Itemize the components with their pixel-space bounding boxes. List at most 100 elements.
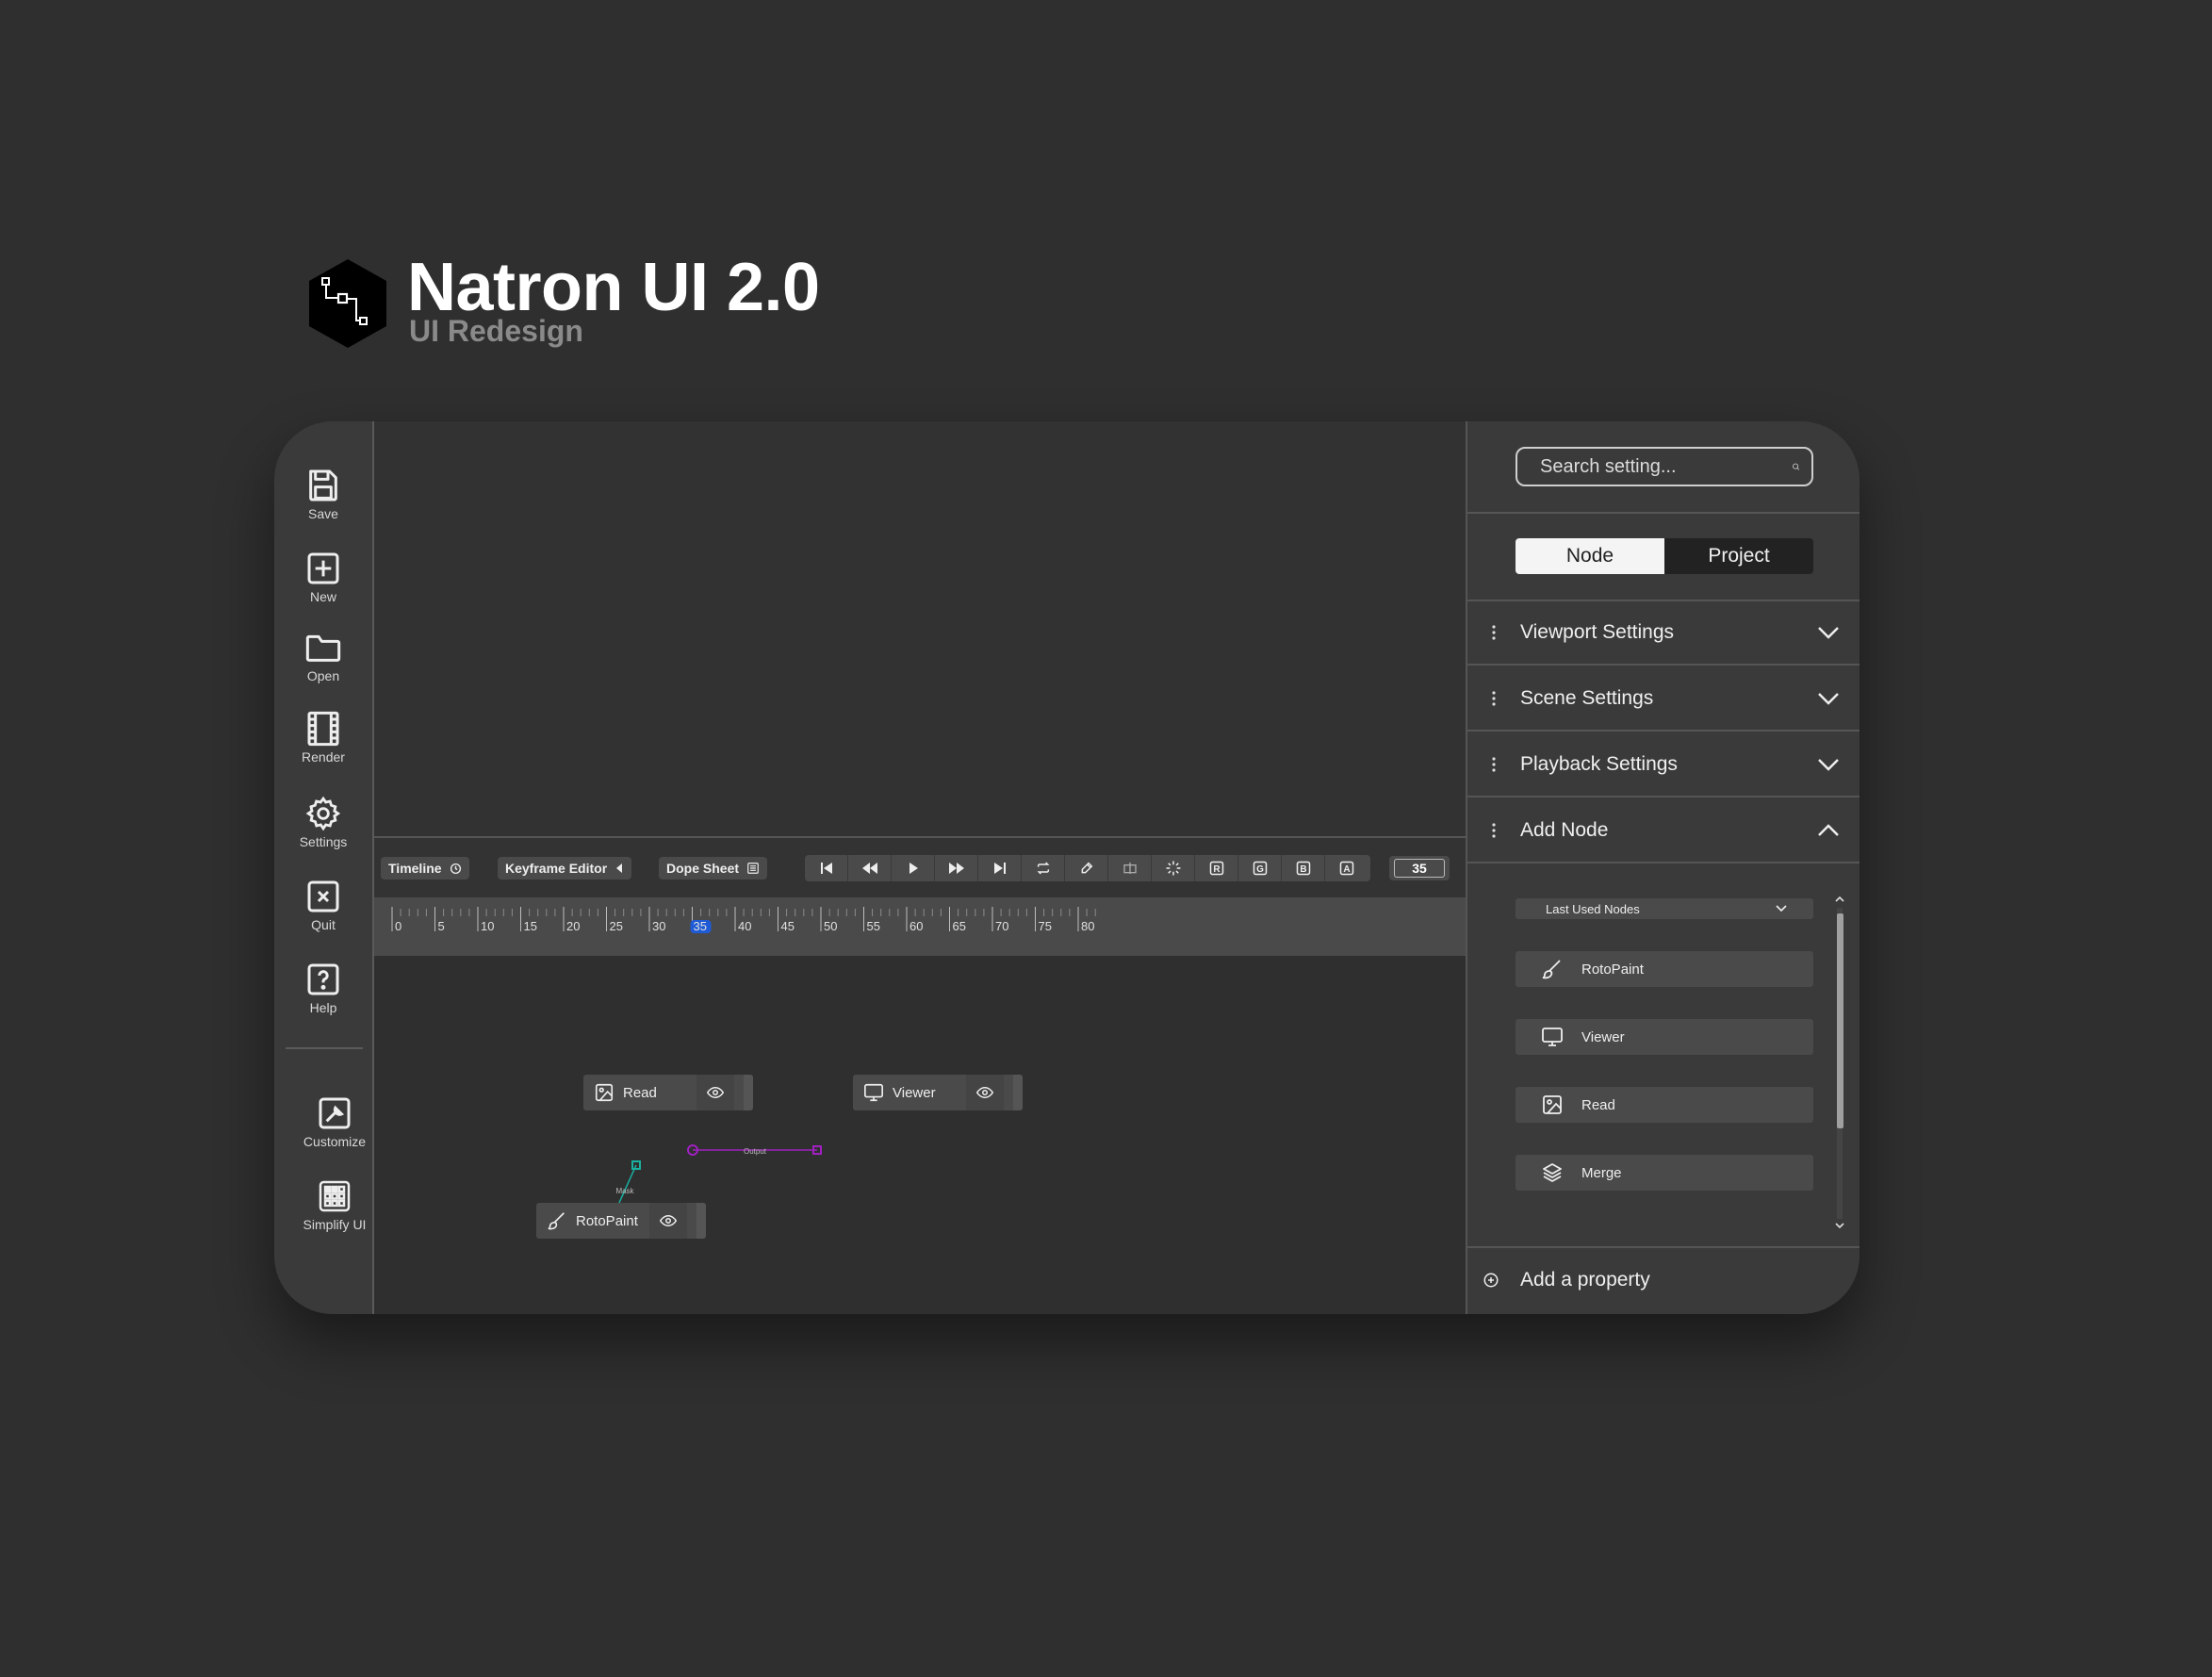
rewind-icon — [861, 863, 877, 874]
page-subtitle: UI Redesign — [409, 314, 583, 348]
section-playback-settings[interactable]: Playback Settings — [1467, 733, 1860, 797]
channel-a-button[interactable]: A — [1325, 855, 1368, 881]
sidebar-item-label: Settings — [299, 834, 348, 849]
channel-g-button[interactable]: G — [1238, 855, 1282, 881]
list-box-icon — [747, 863, 759, 874]
node-list-item-rotopaint[interactable]: RotoPaint — [1516, 951, 1813, 987]
section-add-node[interactable]: Add Node — [1467, 799, 1860, 863]
section-label: Add Node — [1520, 819, 1609, 841]
node-list-item-merge[interactable]: Merge — [1516, 1155, 1813, 1191]
sidebar-item-save[interactable]: Save — [274, 467, 372, 521]
scroll-thumb[interactable] — [1837, 913, 1843, 1128]
section-scene-settings[interactable]: Scene Settings — [1467, 667, 1860, 732]
chevron-down-icon[interactable] — [1795, 626, 1860, 639]
ruler-label: 30 — [652, 919, 665, 933]
sidebar-item-settings[interactable]: Settings — [274, 795, 372, 849]
sidebar-item-label: Render — [302, 749, 345, 765]
timeline-label: Timeline — [388, 861, 442, 876]
loop-button[interactable] — [1022, 855, 1065, 881]
node-label: Viewer — [893, 1084, 936, 1101]
grid-icon — [319, 1180, 351, 1212]
sparkle-icon — [1166, 861, 1180, 876]
tab-node[interactable]: Node — [1516, 538, 1664, 574]
ruler-label: 25 — [610, 919, 623, 933]
node-list-label: Read — [1581, 1096, 1615, 1113]
search-box[interactable] — [1516, 447, 1813, 486]
node-list-item-read[interactable]: Read — [1516, 1087, 1813, 1123]
wipe-button[interactable] — [1108, 855, 1152, 881]
sidebar-item-label: Customize — [303, 1134, 367, 1149]
drag-handle-icon[interactable] — [1467, 625, 1520, 640]
add-property-button[interactable]: Add a property — [1467, 1257, 1860, 1304]
ruler-label: 40 — [738, 919, 751, 933]
jump-start-icon — [820, 863, 832, 874]
section-viewport-settings[interactable]: Viewport Settings — [1467, 601, 1860, 666]
tab-project[interactable]: Project — [1664, 538, 1813, 574]
chevron-up-icon[interactable] — [1795, 824, 1860, 837]
section-label: Viewport Settings — [1520, 621, 1675, 643]
ruler-label: 0 — [395, 919, 401, 933]
drag-handle-icon[interactable] — [1467, 757, 1520, 772]
node-viewer[interactable]: Viewer — [853, 1075, 1023, 1110]
drag-handle-icon[interactable] — [1467, 691, 1520, 706]
rewind-button[interactable] — [848, 855, 892, 881]
node-visibility-toggle[interactable] — [966, 1075, 1004, 1110]
sidebar-item-open[interactable]: Open — [274, 629, 372, 683]
viewport[interactable] — [374, 421, 1466, 838]
chevron-down-icon[interactable] — [1795, 758, 1860, 771]
channel-b-button[interactable]: B — [1282, 855, 1325, 881]
node-read[interactable]: Read — [583, 1075, 753, 1110]
ruler-label: 10 — [481, 919, 494, 933]
jump-start-button[interactable] — [805, 855, 848, 881]
channel-r-button[interactable]: R — [1195, 855, 1238, 881]
node-visibility-toggle[interactable] — [649, 1203, 687, 1239]
scroll-up-icon[interactable] — [1834, 895, 1845, 904]
svg-text:B: B — [1300, 864, 1306, 875]
scroll-down-icon[interactable] — [1834, 1221, 1845, 1230]
channel-g-icon: G — [1253, 861, 1267, 876]
fast-forward-button[interactable] — [935, 855, 978, 881]
sidebar-item-customize[interactable]: Customize — [286, 1094, 384, 1149]
search-icon[interactable] — [1792, 457, 1800, 476]
node-graph[interactable]: Output Mask Read Viewer RotoPaint — [374, 956, 1466, 1314]
sidebar-item-simplify-ui[interactable]: Simplify UI — [286, 1177, 384, 1232]
sidebar-item-quit[interactable]: Quit — [274, 878, 372, 932]
ruler-label: 55 — [867, 919, 880, 933]
node-visibility-toggle[interactable] — [696, 1075, 734, 1110]
dope-sheet-label: Dope Sheet — [666, 861, 740, 876]
node-end-cap — [744, 1075, 753, 1110]
save-icon — [309, 469, 337, 501]
render-preview-button[interactable] — [1152, 855, 1195, 881]
sidebar-item-render[interactable]: Render — [274, 710, 372, 765]
node-list-item-viewer[interactable]: Viewer — [1516, 1019, 1813, 1055]
timeline-ruler[interactable]: 0 5 10 15 20 25 30 35 40 45 50 55 60 65 70 75 80 — [374, 897, 1466, 956]
caret-left-icon — [616, 863, 623, 873]
node-list-scrollbar[interactable] — [1834, 895, 1845, 1232]
node-list-label: RotoPaint — [1581, 961, 1644, 978]
sidebar-item-label: Quit — [311, 917, 336, 932]
current-frame-field[interactable]: 35 — [1389, 856, 1450, 880]
timeline-button[interactable]: Timeline — [381, 857, 469, 880]
add-property-label: Add a property — [1520, 1269, 1650, 1291]
play-button[interactable] — [892, 855, 935, 881]
chevron-down-icon[interactable] — [1795, 692, 1860, 705]
node-rotopaint[interactable]: RotoPaint — [536, 1203, 706, 1239]
sidebar-item-label: Simplify UI — [303, 1217, 367, 1232]
app-window: Save New Open Render Settings Quit Help … — [274, 421, 1860, 1314]
jump-end-button[interactable] — [978, 855, 1022, 881]
search-input[interactable] — [1538, 454, 1792, 479]
monitor-icon — [860, 1079, 887, 1106]
wrench-icon — [319, 1097, 351, 1129]
sidebar-item-help[interactable]: Help — [274, 961, 372, 1015]
layers-icon — [1538, 1159, 1566, 1187]
last-used-nodes-dropdown[interactable]: Last Used Nodes — [1516, 898, 1813, 919]
sidebar-item-label: Save — [308, 506, 338, 521]
help-icon — [307, 963, 339, 995]
color-picker-button[interactable] — [1065, 855, 1108, 881]
sidebar-item-new[interactable]: New — [274, 550, 372, 604]
drag-handle-icon[interactable] — [1467, 823, 1520, 838]
divider — [1467, 512, 1860, 514]
keyframe-editor-button[interactable]: Keyframe Editor — [498, 857, 632, 880]
dope-sheet-button[interactable]: Dope Sheet — [659, 857, 768, 880]
node-list-label: Merge — [1581, 1164, 1622, 1181]
